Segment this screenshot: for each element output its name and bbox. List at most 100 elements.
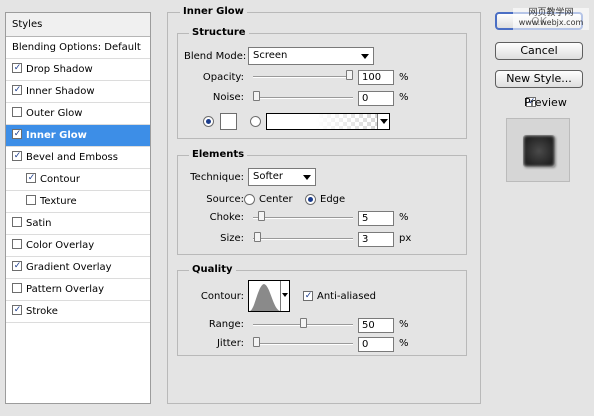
blend-mode-value: Screen bbox=[253, 50, 288, 61]
gradient-radio[interactable] bbox=[250, 116, 261, 127]
size-slider-track[interactable] bbox=[253, 238, 353, 240]
style-item-label: Satin bbox=[26, 218, 52, 229]
style-item-inner-glow[interactable]: Inner Glow bbox=[6, 125, 150, 147]
choke-slider-track[interactable] bbox=[253, 217, 353, 219]
style-item-checkbox[interactable] bbox=[12, 85, 22, 95]
technique-value: Softer bbox=[253, 171, 283, 182]
contour-curve-icon bbox=[250, 284, 280, 311]
style-item-blending-options-default[interactable]: Blending Options: Default bbox=[6, 37, 150, 59]
size-input[interactable]: 3 bbox=[358, 232, 394, 247]
jitter-input[interactable]: 0 bbox=[358, 337, 394, 352]
style-item-checkbox[interactable] bbox=[12, 217, 22, 227]
style-item-checkbox[interactable] bbox=[12, 283, 22, 293]
style-item-drop-shadow[interactable]: Drop Shadow bbox=[6, 59, 150, 81]
source-center-radio[interactable] bbox=[244, 194, 255, 205]
opacity-slider-track[interactable] bbox=[253, 76, 353, 78]
style-item-pattern-overlay[interactable]: Pattern Overlay bbox=[6, 279, 150, 301]
style-item-checkbox[interactable] bbox=[12, 107, 22, 117]
style-item-label: Bevel and Emboss bbox=[26, 152, 118, 163]
source-edge-label: Edge bbox=[320, 194, 346, 205]
style-item-color-overlay[interactable]: Color Overlay bbox=[6, 235, 150, 257]
noise-unit: % bbox=[399, 92, 409, 103]
style-item-label: Pattern Overlay bbox=[26, 284, 105, 295]
new-style-button[interactable]: New Style... bbox=[495, 70, 583, 88]
anti-aliased-label: Anti-aliased bbox=[317, 291, 377, 302]
technique-label: Technique: bbox=[190, 172, 244, 183]
chevron-down-icon bbox=[361, 54, 369, 59]
style-item-checkbox[interactable] bbox=[26, 195, 36, 205]
styles-header: Styles bbox=[6, 13, 150, 37]
style-item-contour[interactable]: Contour bbox=[6, 169, 150, 191]
style-item-label: Inner Glow bbox=[26, 130, 87, 141]
styles-list-panel: Styles Blending Options: Default Drop Sha… bbox=[5, 12, 151, 404]
style-item-label: Inner Shadow bbox=[26, 86, 95, 97]
style-item-checkbox[interactable] bbox=[12, 129, 22, 139]
jitter-slider-track[interactable] bbox=[253, 343, 353, 345]
range-slider-thumb[interactable] bbox=[299, 318, 307, 328]
style-item-checkbox[interactable] bbox=[26, 173, 36, 183]
jitter-slider-thumb[interactable] bbox=[253, 337, 260, 347]
watermark: 网页教学网 www.webjx.com bbox=[513, 8, 589, 30]
style-item-checkbox[interactable] bbox=[12, 151, 22, 161]
elements-title: Elements bbox=[189, 149, 248, 160]
style-item-label: Blending Options: Default bbox=[12, 42, 141, 53]
noise-label: Noise: bbox=[212, 92, 244, 103]
gradient-dropdown[interactable] bbox=[377, 114, 389, 129]
watermark-line2: www.webjx.com bbox=[518, 18, 584, 27]
choke-input[interactable]: 5 bbox=[358, 211, 394, 226]
technique-select[interactable]: Softer bbox=[248, 168, 316, 186]
style-item-label: Color Overlay bbox=[26, 240, 95, 251]
style-item-checkbox[interactable] bbox=[12, 239, 22, 249]
size-label: Size: bbox=[220, 233, 244, 244]
chevron-down-icon bbox=[303, 175, 311, 180]
source-edge-radio[interactable] bbox=[305, 194, 316, 205]
blend-mode-select[interactable]: Screen bbox=[248, 47, 374, 65]
styles-rows: Blending Options: Default Drop Shadow Inne… bbox=[6, 37, 150, 323]
structure-title: Structure bbox=[189, 27, 249, 38]
choke-label: Choke: bbox=[209, 212, 244, 223]
range-input[interactable]: 50 bbox=[358, 318, 394, 333]
style-item-bevel-and-emboss[interactable]: Bevel and Emboss bbox=[6, 147, 150, 169]
style-item-gradient-overlay[interactable]: Gradient Overlay bbox=[6, 257, 150, 279]
style-item-outer-glow[interactable]: Outer Glow bbox=[6, 103, 150, 125]
source-label: Source: bbox=[206, 194, 244, 205]
glow-color-swatch[interactable] bbox=[220, 113, 237, 130]
style-item-checkbox[interactable] bbox=[12, 63, 22, 73]
contour-picker[interactable] bbox=[248, 280, 290, 312]
style-item-texture[interactable]: Texture bbox=[6, 191, 150, 213]
range-label: Range: bbox=[208, 319, 244, 330]
noise-slider-thumb[interactable] bbox=[253, 91, 260, 101]
range-unit: % bbox=[399, 319, 409, 330]
opacity-input[interactable]: 100 bbox=[358, 70, 394, 85]
size-slider-thumb[interactable] bbox=[254, 232, 262, 242]
style-item-satin[interactable]: Satin bbox=[6, 213, 150, 235]
style-item-label: Contour bbox=[40, 174, 80, 185]
chevron-down-icon bbox=[380, 119, 388, 124]
style-item-label: Drop Shadow bbox=[26, 64, 93, 75]
contour-label: Contour: bbox=[200, 291, 244, 302]
contour-dropdown[interactable] bbox=[280, 281, 289, 311]
style-item-label: Outer Glow bbox=[26, 108, 83, 119]
anti-aliased-checkbox[interactable] bbox=[303, 291, 313, 301]
style-item-stroke[interactable]: Stroke bbox=[6, 301, 150, 323]
preview-swatch bbox=[523, 135, 555, 167]
jitter-label: Jitter: bbox=[216, 338, 244, 349]
style-item-inner-shadow[interactable]: Inner Shadow bbox=[6, 81, 150, 103]
color-radio[interactable] bbox=[203, 116, 214, 127]
blend-mode-label: Blend Mode: bbox=[184, 51, 247, 62]
noise-slider-track[interactable] bbox=[253, 97, 353, 99]
opacity-slider-thumb[interactable] bbox=[346, 70, 353, 80]
opacity-unit: % bbox=[399, 72, 409, 83]
preview-thumbnail bbox=[506, 118, 570, 182]
preview-label: Preview bbox=[524, 96, 567, 109]
noise-input[interactable]: 0 bbox=[358, 91, 394, 106]
source-center-label: Center bbox=[259, 194, 293, 205]
style-item-checkbox[interactable] bbox=[12, 305, 22, 315]
choke-slider-thumb[interactable] bbox=[257, 211, 265, 221]
style-item-label: Stroke bbox=[26, 306, 58, 317]
style-item-checkbox[interactable] bbox=[12, 261, 22, 271]
gradient-preview[interactable] bbox=[266, 113, 390, 130]
choke-unit: % bbox=[399, 212, 409, 223]
cancel-button[interactable]: Cancel bbox=[495, 42, 583, 60]
size-unit: px bbox=[399, 233, 412, 244]
